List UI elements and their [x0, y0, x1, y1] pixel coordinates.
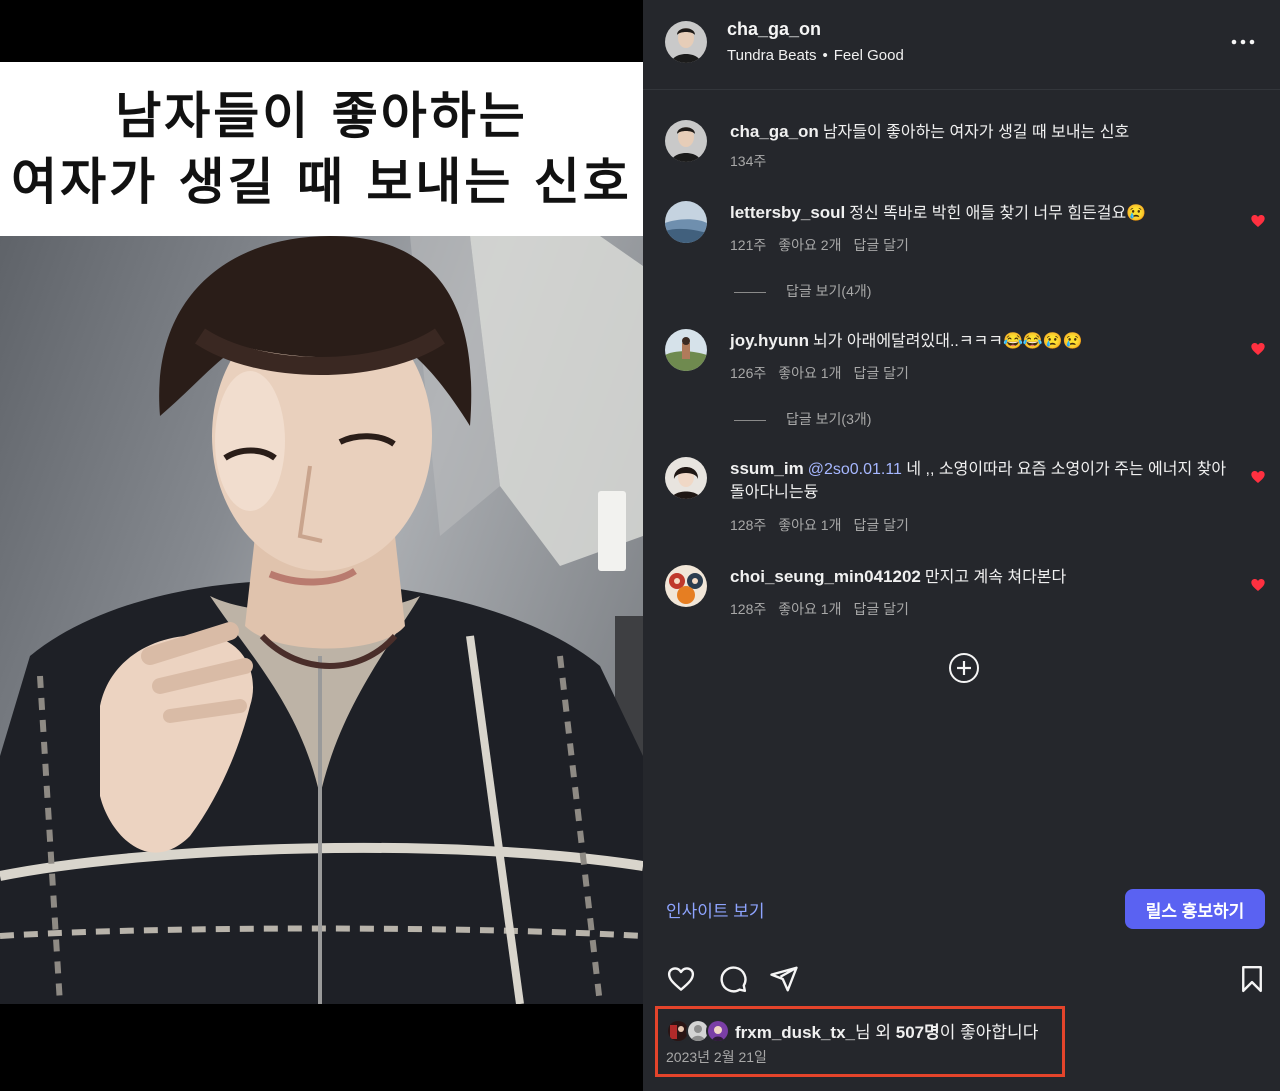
replies-divider-line	[734, 419, 766, 421]
liker-avatar-image	[668, 1021, 688, 1041]
likes-text-part-2: 이 좋아합니다	[939, 1023, 1039, 1042]
reel-frame-illustration	[0, 236, 643, 1004]
comment-likes-count[interactable]: 좋아요 1개	[778, 517, 841, 533]
comment-button[interactable]	[718, 964, 748, 994]
liker-avatar	[706, 1019, 730, 1043]
likes-count-text[interactable]: frxm_dusk_tx_님 외 507명이 좋아합니다	[735, 1018, 1038, 1043]
post-header: cha_ga_on Tundra Beats • Feel Good	[643, 0, 1280, 90]
comment-time[interactable]: 128주	[730, 601, 766, 617]
commenter-avatar-image	[665, 329, 707, 371]
commenter-avatar-image	[665, 457, 707, 499]
heart-filled-icon	[1251, 579, 1265, 591]
comment-text: 만지고 계속 쳐다본다	[924, 569, 1067, 586]
audio-separator: •	[822, 47, 828, 64]
comment-meta: 121주 좋아요 2개 답글 달기	[730, 235, 921, 255]
commenter-avatar-image	[665, 201, 707, 243]
replies-divider-line	[734, 291, 766, 293]
audio-title[interactable]: Feel Good	[834, 47, 904, 64]
comment-username[interactable]: lettersby_soul	[730, 203, 845, 222]
default-avatar-icon	[688, 1021, 708, 1041]
post-detail-panel: cha_ga_on Tundra Beats • Feel Good cha_ga_…	[643, 0, 1280, 1091]
comment-time[interactable]: 121주	[730, 237, 766, 253]
author-username[interactable]: cha_ga_on	[727, 19, 821, 40]
comment-text: 뇌가 아래에달려있대..ㅋㅋㅋ😂😂😢😢	[813, 333, 1083, 350]
comment-body: ssum_im @2so0.01.11 네 ,, 소영이따라 요즘 소영이가 주는…	[730, 457, 1235, 504]
commenter-avatar[interactable]	[665, 329, 707, 371]
caption-meta: 134주	[730, 151, 778, 171]
reply-button[interactable]: 답글 달기	[853, 601, 908, 617]
caption-time[interactable]: 134주	[730, 153, 766, 169]
share-button[interactable]	[769, 964, 799, 994]
comment-meta: 126주 좋아요 1개 답글 달기	[730, 363, 921, 383]
comment-likes-count[interactable]: 좋아요 2개	[778, 237, 841, 253]
view-insights-link[interactable]: 인사이트 보기	[666, 897, 765, 922]
comment-text: 정신 똑바로 박힌 애들 찾기 너무 힘든걸요😢	[849, 205, 1147, 222]
audio-info[interactable]: Tundra Beats • Feel Good	[727, 47, 904, 64]
view-replies-label: 답글 보기(4개)	[786, 283, 872, 299]
more-options-button[interactable]	[1227, 30, 1259, 54]
author-avatar-image	[665, 21, 707, 63]
view-replies-label: 답글 보기(3개)	[786, 411, 872, 427]
heart-filled-icon	[1251, 215, 1265, 227]
comment-username[interactable]: choi_seung_min041202	[730, 567, 921, 586]
comment-like-button[interactable]	[1250, 341, 1266, 357]
audio-artist[interactable]: Tundra Beats	[727, 47, 817, 64]
commenter-avatar[interactable]	[665, 565, 707, 607]
comment-meta: 128주 좋아요 1개 답글 달기	[730, 515, 921, 535]
caption-author-avatar[interactable]	[665, 120, 707, 162]
reply-button[interactable]: 답글 달기	[853, 365, 908, 381]
caption-author-avatar-image	[665, 120, 707, 162]
caption-username[interactable]: cha_ga_on	[730, 122, 819, 141]
reply-button[interactable]: 답글 달기	[853, 237, 908, 253]
comment-time[interactable]: 128주	[730, 517, 766, 533]
comment-time[interactable]: 126주	[730, 365, 766, 381]
reel-caption-overlay: 남자들이 좋아하는 여자가 생길 때 보내는 신호	[0, 62, 643, 236]
comment-icon	[720, 966, 747, 993]
more-horizontal-icon	[1231, 39, 1255, 45]
comment-body: lettersby_soul 정신 똑바로 박힌 애들 찾기 너무 힘든걸요😢	[730, 201, 1235, 225]
comment-like-button[interactable]	[1250, 577, 1266, 593]
author-avatar[interactable]	[665, 21, 707, 63]
likes-text-part-1: 님 외	[855, 1023, 896, 1042]
likes-summary: frxm_dusk_tx_님 외 507명이 좋아합니다 2023년 2월 21…	[655, 1006, 1065, 1077]
comment-likes-count[interactable]: 좋아요 1개	[778, 601, 841, 617]
commenter-avatar[interactable]	[665, 201, 707, 243]
save-button[interactable]	[1237, 964, 1267, 994]
comment-username[interactable]: joy.hyunn	[730, 331, 809, 350]
comment-mention[interactable]: @2so0.01.11	[808, 461, 902, 478]
like-button[interactable]	[666, 964, 696, 994]
commenter-avatar-image	[665, 565, 707, 607]
comment-likes-count[interactable]: 좋아요 1개	[778, 365, 841, 381]
reel-video-frame	[0, 236, 643, 1004]
comment-like-button[interactable]	[1250, 213, 1266, 229]
comment-like-button[interactable]	[1250, 469, 1266, 485]
heart-icon	[667, 967, 695, 991]
reel-video[interactable]: 남자들이 좋아하는 여자가 생길 때 보내는 신호	[0, 0, 643, 1091]
reply-button[interactable]: 답글 달기	[853, 517, 908, 533]
plus-circle-icon	[949, 653, 979, 683]
caption-text: 남자들이 좋아하는 여자가 생길 때 보내는 신호	[822, 124, 1130, 141]
reel-caption-line-2: 여자가 생길 때 보내는 신호	[11, 153, 632, 211]
comment-body: joy.hyunn 뇌가 아래에달려있대..ㅋㅋㅋ😂😂😢😢	[730, 329, 1235, 353]
likes-count[interactable]: 507명	[896, 1023, 940, 1042]
heart-filled-icon	[1251, 471, 1265, 483]
reel-caption-line-1: 남자들이 좋아하는	[115, 87, 528, 145]
view-replies-button[interactable]: 답글 보기(3개)	[734, 409, 871, 429]
bookmark-icon	[1242, 965, 1262, 993]
view-replies-button[interactable]: 답글 보기(4개)	[734, 281, 871, 301]
liker-avatar-image	[708, 1021, 728, 1041]
caption-body: cha_ga_on 남자들이 좋아하는 여자가 생길 때 보내는 신호	[730, 120, 1235, 144]
post-date[interactable]: 2023년 2월 21일	[666, 1047, 767, 1067]
share-icon	[770, 966, 798, 992]
heart-filled-icon	[1251, 343, 1265, 355]
comment-meta: 128주 좋아요 1개 답글 달기	[730, 599, 921, 619]
comment-text: 네 ,, 소영이따라 요즘 소영이가 주는 에너지 찾아 돌아다니는듕	[730, 461, 1227, 501]
commenter-avatar[interactable]	[665, 457, 707, 499]
promote-reel-button[interactable]: 릴스 홍보하기	[1125, 889, 1265, 929]
comment-username[interactable]: ssum_im	[730, 459, 804, 478]
first-liker-username[interactable]: frxm_dusk_tx_	[735, 1023, 855, 1042]
load-more-comments-button[interactable]	[948, 652, 980, 684]
comment-body: choi_seung_min041202 만지고 계속 쳐다본다	[730, 565, 1235, 589]
